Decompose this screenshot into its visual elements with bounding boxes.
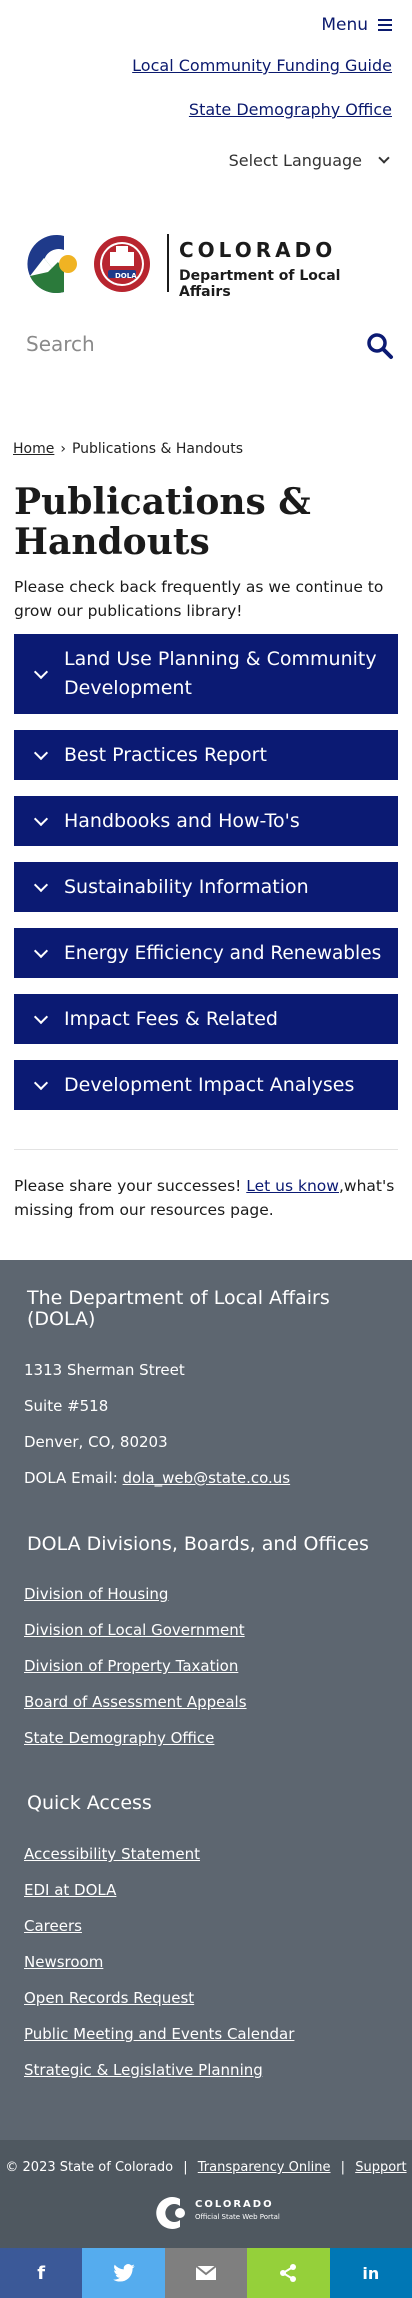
footer-link-public-meeting-calendar[interactable]: Public Meeting and Events Calendar [24, 2025, 294, 2043]
accordion-label: Energy Efficiency and Renewables [64, 942, 382, 964]
logo-badge-text: DOLA [115, 272, 137, 280]
hamburger-icon [378, 19, 392, 31]
copyright-text: © 2023 State of Colorado [5, 2160, 174, 2175]
menu-label: Menu [321, 15, 368, 35]
generic-share-button[interactable] [247, 2248, 330, 2298]
search-input[interactable] [26, 332, 326, 356]
portal-colorado-text: COLORADO [195, 2199, 274, 2210]
logo-department-text: Department of Local Affairs [179, 268, 341, 300]
share-icon [280, 2264, 297, 2282]
footer-address-city: Denver, CO, 80203 [24, 1433, 168, 1451]
linkedin-share-button[interactable]: in [329, 2248, 412, 2298]
accordion-energy-efficiency[interactable]: Energy Efficiency and Renewables [14, 928, 398, 978]
colorado-official-portal-logo[interactable]: COLORADO Official State Web Portal [150, 2195, 290, 2231]
footer-link-careers[interactable]: Careers [24, 1917, 82, 1935]
footer-bottom-band [0, 2140, 412, 2248]
email-share-button[interactable] [164, 2248, 248, 2298]
site-logo[interactable]: DOLA COLORADO Department of Local Affair… [24, 232, 396, 300]
facebook-share-button[interactable]: f [0, 2248, 83, 2298]
email-icon [195, 2265, 217, 2280]
accordion-best-practices-report[interactable]: Best Practices Report [14, 730, 398, 780]
footer-address-street: 1313 Sherman Street [24, 1361, 185, 1379]
colorado-dola-logo-icon [27, 235, 150, 294]
share-successes-text: Please share your successes! Let us know… [14, 1174, 398, 1222]
chevron-down-icon [33, 745, 49, 761]
linkedin-icon: in [362, 2263, 380, 2283]
separator: | [340, 2160, 346, 2175]
accordion-label: Impact Fees & Related [64, 1007, 278, 1030]
footer-org-title: The Department of Local Affairs (DOLA) [27, 1287, 330, 1330]
menu-button[interactable]: Menu [321, 15, 392, 35]
language-select-label: Select Language [228, 151, 362, 170]
support-link[interactable]: Support [355, 2160, 406, 2175]
accordion-development-impact[interactable]: Development Impact Analyses [14, 1060, 398, 1110]
page-intro: Please check back frequently as we conti… [14, 578, 384, 620]
footer-address-suite: Suite #518 [24, 1397, 109, 1415]
social-share-bar: f in [0, 2248, 412, 2298]
footer-divisions-title: DOLA Divisions, Boards, and Offices [27, 1533, 369, 1555]
footer-link-strategic-planning[interactable]: Strategic & Legislative Planning [24, 2061, 263, 2079]
footer-link-open-records-request[interactable]: Open Records Request [24, 1989, 194, 2007]
chevron-down-icon [33, 1009, 49, 1025]
site-footer: The Department of Local Affairs (DOLA) 1… [0, 1260, 412, 2140]
footer-link-newsroom[interactable]: Newsroom [24, 1953, 103, 1971]
page-title: Publications & Handouts [14, 481, 311, 563]
footer-link-state-demography-office[interactable]: State Demography Office [24, 1729, 214, 1747]
search-bar [26, 332, 396, 366]
footer-link-division-of-local-government[interactable]: Division of Local Government [24, 1621, 245, 1639]
logo-colorado-text: COLORADO [179, 238, 337, 262]
colorado-c-logo-icon [156, 2197, 185, 2229]
accordion-label: Sustainability Information [64, 875, 309, 898]
let-us-know-link[interactable]: Let us know [246, 1177, 339, 1195]
accordion-label: Handbooks and How-To's [64, 809, 300, 832]
chevron-down-icon [33, 664, 49, 680]
accordion-land-use-planning[interactable]: Land Use Planning & Community Developmen… [14, 634, 398, 714]
facebook-icon: f [37, 2262, 46, 2284]
footer-quick-access-title: Quick Access [27, 1792, 152, 1814]
breadcrumb-current: Publications & Handouts [71, 441, 243, 457]
content-divider [14, 1149, 398, 1150]
footer-link-accessibility-statement[interactable]: Accessibility Statement [24, 1845, 200, 1863]
footer-link-division-of-housing[interactable]: Division of Housing [24, 1585, 168, 1603]
breadcrumb: Home › Publications & Handouts [13, 441, 243, 457]
accordion-label: Land Use Planning & Community Developmen… [64, 648, 377, 699]
search-icon[interactable] [366, 332, 394, 360]
logo-divider [167, 234, 169, 292]
twitter-share-button[interactable] [82, 2248, 165, 2298]
footer-email-label: DOLA Email: [24, 1469, 123, 1487]
accordion-label: Development Impact Analyses [64, 1073, 355, 1096]
footer-link-board-of-assessment-appeals[interactable]: Board of Assessment Appeals [24, 1693, 247, 1711]
footer-email-line: DOLA Email: dola_web@state.co.us [24, 1469, 290, 1487]
footer-link-division-of-property-taxation[interactable]: Division of Property Taxation [24, 1657, 238, 1675]
transparency-online-link[interactable]: Transparency Online [198, 2160, 331, 2175]
link-local-community-funding-guide[interactable]: Local Community Funding Guide [132, 56, 392, 75]
footer-email-link[interactable]: dola_web@state.co.us [123, 1469, 291, 1487]
chevron-down-icon [33, 1075, 49, 1091]
chevron-down-icon [33, 877, 49, 893]
portal-subtitle-text: Official State Web Portal [195, 2213, 280, 2221]
accordion-impact-fees[interactable]: Impact Fees & Related [14, 994, 398, 1044]
breadcrumb-home[interactable]: Home [13, 441, 54, 457]
language-select[interactable]: Select Language [228, 151, 390, 170]
link-state-demography-office[interactable]: State Demography Office [189, 100, 392, 119]
footer-copyright-line: © 2023 State of Colorado | Transparency … [0, 2160, 412, 2175]
accordion-label: Best Practices Report [64, 743, 267, 766]
footer-link-edi-at-dola[interactable]: EDI at DOLA [24, 1881, 116, 1899]
chevron-down-icon [33, 943, 49, 959]
chevron-down-icon [378, 152, 390, 164]
breadcrumb-separator: › [60, 441, 66, 457]
accordion-sustainability[interactable]: Sustainability Information [14, 862, 398, 912]
share-text-before: Please share your successes! [14, 1177, 247, 1195]
twitter-icon [112, 2264, 135, 2282]
chevron-down-icon [33, 811, 49, 827]
accordion-handbooks[interactable]: Handbooks and How-To's [14, 796, 398, 846]
separator: | [183, 2160, 188, 2175]
